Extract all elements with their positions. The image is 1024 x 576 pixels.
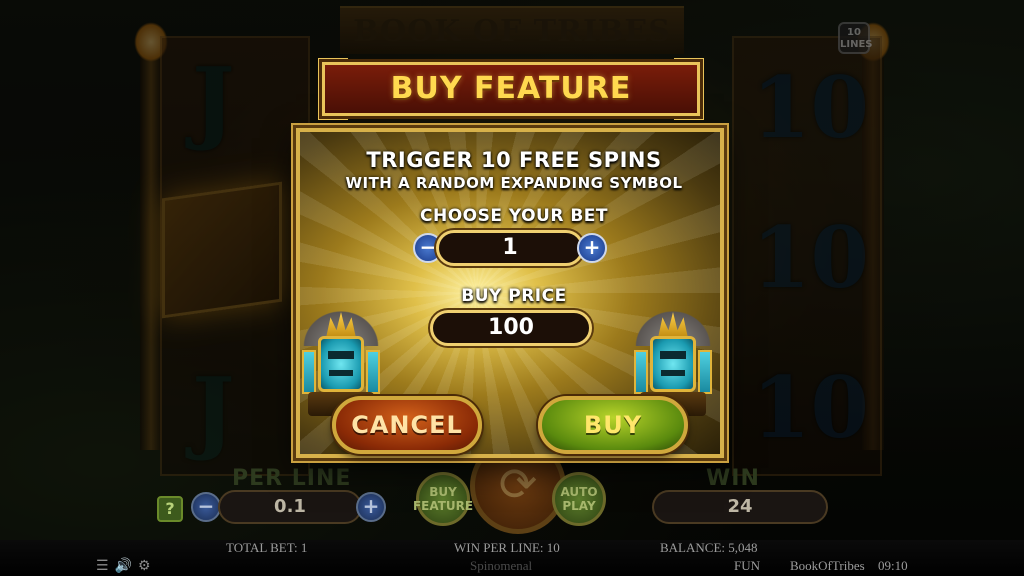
- cancel-button[interactable]: CANCEL: [332, 396, 482, 454]
- sound-icon[interactable]: 🔊: [115, 559, 138, 574]
- buy-price-display: 100: [430, 310, 592, 346]
- menu-icon[interactable]: ☰: [96, 559, 115, 574]
- spin-icon: ⟳: [498, 457, 538, 511]
- provider-logo: Spinomenal: [470, 558, 533, 573]
- balance-text: BALANCE: 5,048: [660, 540, 758, 555]
- win-value: 24: [652, 490, 828, 524]
- settings-icon[interactable]: ⚙: [138, 559, 157, 574]
- autoplay-button[interactable]: AUTO PLAY: [552, 472, 606, 526]
- buy-price-label: BUY PRICE: [461, 286, 567, 306]
- trigger-line-1: TRIGGER 10 FREE SPINS: [366, 148, 662, 172]
- clock-text: 09:10: [878, 558, 908, 573]
- status-bar: ☰🔊⚙ TOTAL BET: 1 WIN PER LINE: 10 BALANC…: [0, 540, 1024, 576]
- buy-button[interactable]: BUY: [538, 396, 688, 454]
- per-line-minus-button[interactable]: −: [191, 492, 221, 522]
- per-line-value: 0.1: [218, 490, 362, 524]
- trigger-line-2: WITH A RANDOM EXPANDING SYMBOL: [345, 174, 683, 192]
- total-bet-text: TOTAL BET: 1: [226, 540, 308, 555]
- mode-text: FUN: [734, 558, 761, 573]
- help-button[interactable]: ?: [157, 496, 183, 522]
- per-line-plus-button[interactable]: +: [356, 492, 386, 522]
- win-label: WIN: [706, 466, 760, 491]
- status-icons: ☰🔊⚙: [96, 558, 157, 575]
- dialog-title: BUY FEATURE: [322, 62, 700, 116]
- per-line-label: PER LINE: [232, 466, 352, 491]
- choose-bet-label: CHOOSE YOUR BET: [419, 206, 609, 226]
- buy-feature-button[interactable]: BUY FEATURE: [413, 472, 473, 526]
- win-per-line-text: WIN PER LINE: 10: [454, 540, 560, 555]
- game-id-text: BookOfTribes: [790, 558, 865, 573]
- bet-plus-button[interactable]: +: [577, 233, 607, 263]
- bet-value-display: 1: [436, 230, 584, 266]
